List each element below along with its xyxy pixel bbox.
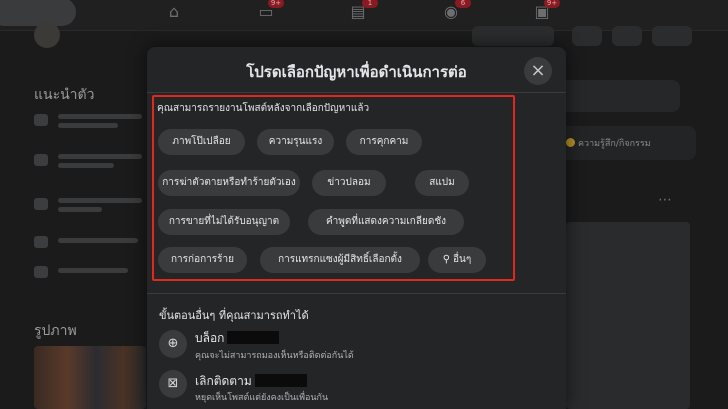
- problem-chip-voter-interference[interactable]: การแทรกแซงผู้มีสิทธิ์เลือกตั้ง: [260, 247, 420, 273]
- unfollow-description: หยุดเห็นโพสต์แต่ยังคงเป็นเพื่อนกัน: [195, 393, 329, 403]
- work-icon: [34, 198, 48, 210]
- post-options-icon[interactable]: ⋯: [658, 192, 672, 208]
- problem-chip-suicide-self-injury[interactable]: การฆ่าตัวตายหรือทำร้ายตัวเอง: [158, 170, 300, 196]
- photos-section-title: รูปภาพ: [34, 323, 77, 339]
- dialog-header: โปรดเลือกปัญหาเพื่อดำเนินการต่อ ×: [147, 47, 566, 93]
- problem-chip-something-else[interactable]: ⚲ อื่นๆ: [428, 247, 486, 273]
- redacted-name: [254, 374, 307, 387]
- background-post-card: [566, 222, 690, 409]
- section-divider: [147, 293, 566, 294]
- groups-badge: 6: [455, 0, 471, 8]
- something-else-label: อื่นๆ: [453, 254, 472, 265]
- feeling-activity-button[interactable]: ความรู้สึก/กิจกรรม: [566, 136, 651, 150]
- close-icon[interactable]: ×: [524, 57, 552, 85]
- home-icon[interactable]: ⌂: [163, 2, 185, 22]
- education-icon: [34, 236, 48, 248]
- intro-section-title: แนะนำตัว: [34, 87, 95, 103]
- other-steps-title: ขั้นตอนอื่นๆ ที่คุณสามารถทำได้: [159, 309, 309, 322]
- problem-chip-unauthorized-sales[interactable]: การขายที่ไม่ได้รับอนุญาต: [158, 209, 290, 235]
- problem-chip-spam[interactable]: สแปม: [415, 170, 469, 196]
- search-bar[interactable]: [0, 0, 76, 26]
- profile-menu-icon[interactable]: [612, 26, 642, 46]
- problem-chip-hate-speech[interactable]: คำพูดที่แสดงความเกลียดชัง: [308, 209, 464, 235]
- background-button[interactable]: [472, 26, 554, 46]
- unfollow-label: เลิกติดตาม: [195, 374, 252, 388]
- instagram-icon: [34, 266, 48, 278]
- search-icon: ⚲: [442, 254, 451, 265]
- call-icon[interactable]: [572, 26, 602, 46]
- smiley-icon: [566, 138, 575, 147]
- problem-chip-false-news[interactable]: ข่าวปลอม: [312, 170, 386, 196]
- problem-chip-nudity[interactable]: ภาพโป๊เปลือย: [158, 129, 245, 155]
- block-label: บล็อก: [195, 331, 225, 345]
- block-description: คุณจะไม่สามารถมองเห็นหรือติดต่อกันได้: [195, 351, 354, 361]
- redacted-name: [227, 331, 280, 344]
- photo-thumbnails[interactable]: [34, 346, 146, 409]
- marketplace-badge: 1: [362, 0, 378, 8]
- gaming-badge: 9+: [544, 0, 560, 8]
- dialog-title: โปรดเลือกปัญหาเพื่อดำเนินการต่อ: [246, 63, 467, 81]
- work-icon: [34, 114, 48, 126]
- block-action[interactable]: บล็อก: [195, 329, 280, 348]
- problem-chip-terrorism[interactable]: การก่อการร้าย: [158, 247, 247, 273]
- more-options-icon[interactable]: [652, 26, 692, 46]
- block-user-icon[interactable]: ⊕: [159, 330, 187, 358]
- problem-chip-harassment[interactable]: การคุกคาม: [346, 129, 422, 155]
- problem-chip-violence[interactable]: ความรุนแรง: [257, 129, 334, 155]
- profile-avatar[interactable]: [34, 22, 60, 48]
- unfollow-icon[interactable]: ⊠: [159, 370, 187, 398]
- unfollow-action[interactable]: เลิกติดตาม: [195, 372, 307, 391]
- background-panel: [560, 80, 680, 112]
- work-icon: [34, 154, 48, 166]
- watch-badge: 9+: [268, 0, 284, 8]
- report-prompt: คุณสามารถรายงานโพสต์หลังจากเลือกปัญหาแล้…: [157, 103, 370, 114]
- report-dialog: โปรดเลือกปัญหาเพื่อดำเนินการต่อ × คุณสาม…: [147, 47, 566, 409]
- feeling-activity-label: ความรู้สึก/กิจกรรม: [578, 139, 651, 149]
